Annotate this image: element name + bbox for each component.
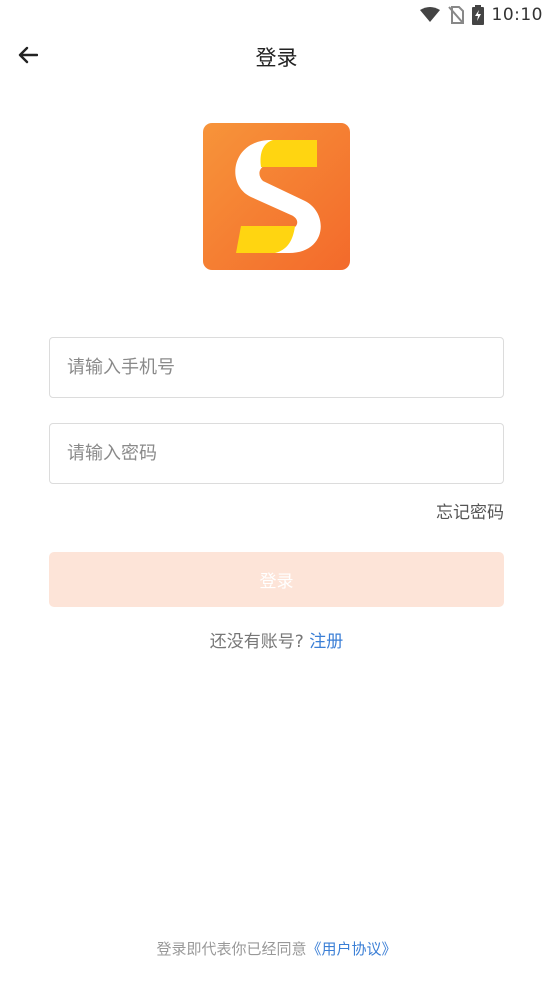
no-account-text: 还没有账号?: [209, 632, 304, 652]
battery-charging-icon: [471, 5, 484, 25]
wifi-icon: [419, 7, 440, 23]
user-agreement-link[interactable]: 《用户协议》: [307, 940, 397, 958]
agreement-text: 登录即代表你已经同意: [156, 940, 307, 958]
status-bar: 10:10: [0, 0, 553, 30]
register-link[interactable]: 注册: [309, 632, 343, 652]
phone-field[interactable]: [49, 337, 504, 398]
header-bar: 登录: [0, 30, 553, 84]
app-logo: [203, 123, 350, 270]
register-row: 还没有账号? 注册: [0, 627, 553, 652]
password-field[interactable]: [49, 423, 504, 484]
agreement-row: 登录即代表你已经同意《用户协议》: [0, 938, 553, 959]
page-title: 登录: [255, 46, 298, 70]
login-screen: 10:10 登录 请输入手机号 忘记密码 登录 还没有账号? 注册 登录即代表你…: [0, 0, 553, 983]
no-sim-icon: [447, 6, 464, 24]
forgot-password-link[interactable]: 忘记密码: [436, 498, 504, 523]
status-time: 10:10: [491, 5, 543, 25]
password-input[interactable]: [67, 424, 486, 483]
phone-input[interactable]: [67, 338, 486, 397]
login-button[interactable]: 登录: [49, 552, 504, 607]
back-button[interactable]: [10, 39, 46, 75]
arrow-left-icon: [18, 46, 39, 68]
